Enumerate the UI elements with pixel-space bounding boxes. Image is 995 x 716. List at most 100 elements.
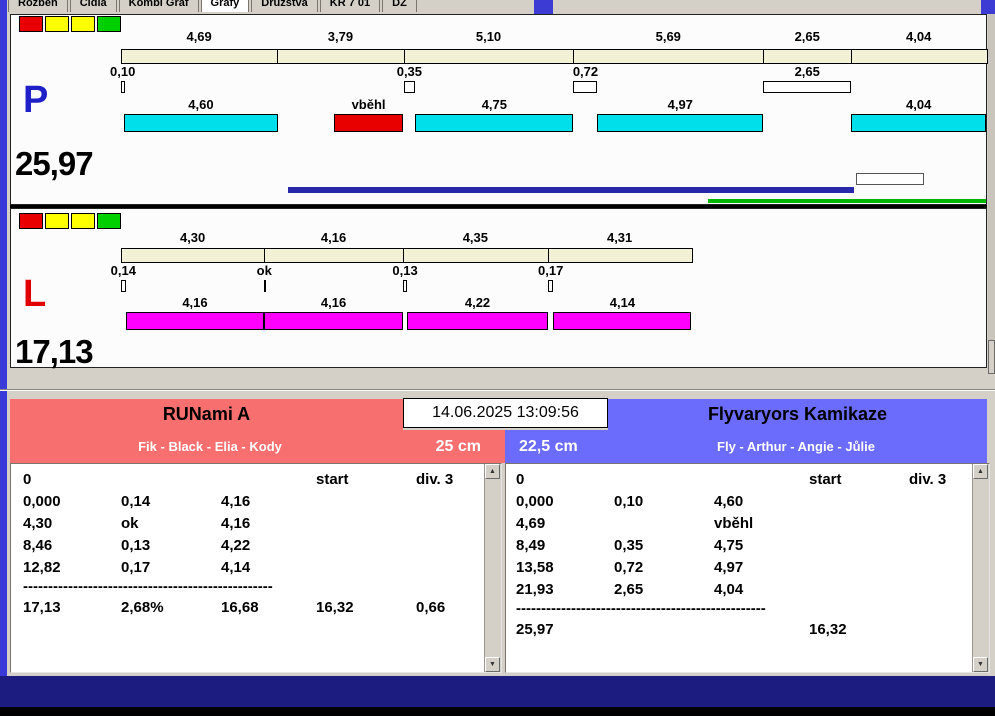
table-cell: 0,000 xyxy=(23,492,61,510)
scroll-down-button[interactable]: ▼ xyxy=(973,657,988,672)
start-light xyxy=(97,213,121,229)
decor-blue-box xyxy=(981,0,995,14)
table-cell: 4,04 xyxy=(714,580,744,598)
scroll-up-button[interactable]: ▲ xyxy=(485,464,500,479)
timestamp: 14.06.2025 13:09:56 xyxy=(432,404,579,421)
scroll-up-button[interactable]: ▲ xyxy=(973,464,988,479)
team-left-subheader: Fik - Black - Elia - Kody 25 cm xyxy=(10,430,505,463)
table-cell: 4,16 xyxy=(221,514,251,532)
table-cell: div. 3 xyxy=(416,470,454,488)
lane-total-time: 17,13 xyxy=(15,333,94,370)
dog-run-bar xyxy=(415,114,574,132)
scroll-down-button[interactable]: ▼ xyxy=(485,657,500,672)
tab-rozbeh[interactable]: Rozběh xyxy=(8,0,68,12)
table-cell: 25,97 xyxy=(516,620,554,638)
table-cell: 4,14 xyxy=(221,558,251,576)
table-cell: 17,13 xyxy=(23,598,61,616)
changeover-box xyxy=(402,280,408,292)
marker-box xyxy=(856,173,924,185)
start-light xyxy=(19,213,43,229)
start-light xyxy=(45,16,69,32)
table-row: 12,82 0,17 4,14 xyxy=(11,556,484,578)
dog-run-bar xyxy=(407,312,548,330)
bottom-navy-bar xyxy=(0,676,995,707)
split-bar xyxy=(121,49,988,64)
tab-cidla[interactable]: Čidla xyxy=(69,0,117,12)
tab-grafy[interactable]: Grafy xyxy=(200,0,250,12)
team-right-dogs: Fly - Arthur - Angie - Jůlie xyxy=(717,439,875,454)
changeover-time-label: 0,14 xyxy=(110,263,136,278)
table-row: 4,69 vběhl xyxy=(506,512,972,534)
table-row: 4,30 ok 4,16 xyxy=(11,512,484,534)
split-segment xyxy=(122,50,279,63)
split-time-label: 4,04 xyxy=(906,29,932,44)
table-row: 13,58 0,72 4,97 xyxy=(506,556,972,578)
table-cell: 2,68% xyxy=(121,598,164,616)
lane-total-time: 25,97 xyxy=(15,145,94,182)
tab-kombi-graf[interactable]: Kombi Graf xyxy=(118,0,199,12)
split-segment xyxy=(574,50,765,63)
results-text-right: 0 start div. 3 0,000 0,10 4,60 4,69 vběhl 8,49 0,… xyxy=(506,468,972,672)
changeover-time-label: 0,17 xyxy=(538,263,564,278)
table-cell: 4,75 xyxy=(714,536,744,554)
start-light xyxy=(97,16,121,32)
start-light xyxy=(19,16,43,32)
table-cell: 13,58 xyxy=(516,558,554,576)
table-cell: 16,32 xyxy=(809,620,847,638)
changeover-time-label: 0,10 xyxy=(110,64,136,79)
table-cell: 4,60 xyxy=(714,492,744,510)
split-segment xyxy=(549,249,693,262)
table-cell: 0,14 xyxy=(121,492,151,510)
team-right-subheader: 22,5 cm Fly - Arthur - Angie - Jůlie xyxy=(505,430,987,463)
changeover-box xyxy=(121,81,125,93)
scrollbar[interactable]: ▲ ▼ xyxy=(972,464,989,672)
table-cell: 0,000 xyxy=(516,492,554,510)
tab-dz[interactable]: DŽ xyxy=(382,0,417,12)
team-left-dogs: Fik - Black - Elia - Kody xyxy=(138,439,282,454)
split-time-label: 2,65 xyxy=(794,29,820,44)
table-cell: 0,10 xyxy=(614,492,644,510)
table-cell: 4,30 xyxy=(23,514,53,532)
scrollbar[interactable]: ▲ ▼ xyxy=(484,464,501,672)
table-cell: start xyxy=(809,470,842,488)
table-row: 17,13 2,68% 16,68 16,32 0,66 xyxy=(11,596,484,618)
changeover-box xyxy=(403,81,416,93)
indicator-line-green xyxy=(708,199,986,203)
table-row: 0,000 0,14 4,16 xyxy=(11,490,484,512)
start-light xyxy=(45,213,69,229)
indicator-line-blue xyxy=(288,187,854,193)
changeover-time-label: 0,35 xyxy=(396,64,423,79)
table-cell: start xyxy=(316,470,349,488)
decor-blue-box xyxy=(534,0,553,14)
lane-panel-right: P 25,97 4,69 3,79 5,10 5,69 2,65 4,04 0,10 0,35… xyxy=(10,14,988,205)
scrollbar-thumb[interactable] xyxy=(988,340,995,374)
start-lights xyxy=(19,16,121,32)
split-time-label: 5,69 xyxy=(655,29,681,44)
dog-run-bar xyxy=(851,114,986,132)
lane-panel-left: L 17,13 4,30 4,16 4,35 4,31 0,14 ok 0,13 0,17 4,… xyxy=(10,208,987,370)
tab-kr-7-01[interactable]: KR 7 01 xyxy=(319,0,381,12)
split-time-label: 5,10 xyxy=(475,29,502,44)
table-row: ----------------------------------------… xyxy=(23,578,273,595)
split-segment xyxy=(265,249,404,262)
dog-run-label: 4,04 xyxy=(906,97,932,112)
table-row: 21,93 2,65 4,04 xyxy=(506,578,972,600)
table-cell: 4,16 xyxy=(221,492,251,510)
dog-run-label: 4,60 xyxy=(188,97,214,112)
main-vertical-scrollbar[interactable] xyxy=(988,14,995,374)
table-cell: 0,72 xyxy=(614,558,644,576)
table-row: 0 start div. 3 xyxy=(506,468,972,490)
tab-druzstva[interactable]: Družstva xyxy=(251,0,318,12)
window-border-left xyxy=(0,0,7,676)
changeover-time-label: 2,65 xyxy=(794,64,820,79)
table-cell: 16,68 xyxy=(221,598,259,616)
dog-run-label: 4,14 xyxy=(609,295,636,310)
dog-run-label: 4,22 xyxy=(464,295,491,310)
dog-run-label: vběhl xyxy=(351,97,386,112)
dog-run-label: 4,16 xyxy=(182,295,208,310)
results-panel-right[interactable]: 0 start div. 3 0,000 0,10 4,60 4,69 vběhl 8,49 0,… xyxy=(505,463,990,673)
table-cell: 16,32 xyxy=(316,598,354,616)
results-panel-left[interactable]: 0 start div. 3 0,000 0,14 4,16 4,30 ok 4,16 8,46 0… xyxy=(10,463,502,673)
split-segment xyxy=(404,249,549,262)
table-row: 8,49 0,35 4,75 xyxy=(506,534,972,556)
